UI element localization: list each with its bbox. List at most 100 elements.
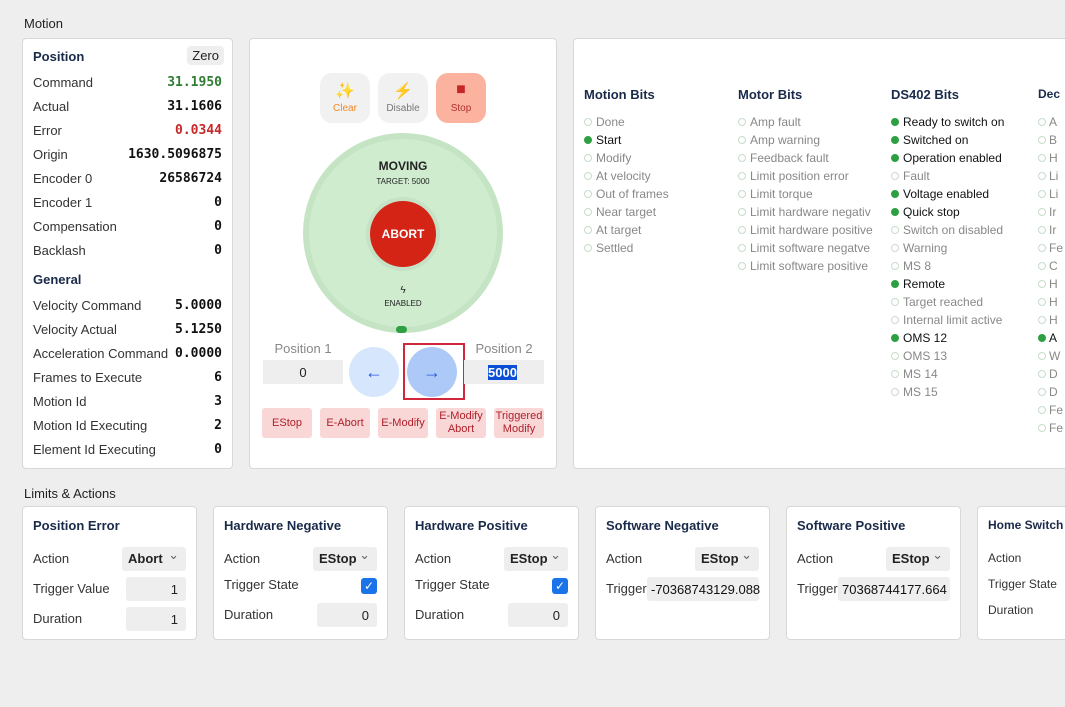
action-select[interactable]: EStop	[695, 547, 759, 571]
position2-input[interactable]: 5000	[464, 360, 544, 384]
position2-value: 5000	[488, 365, 517, 380]
status-bit: Fe	[1038, 419, 1063, 437]
position-row: Error 0.0344	[33, 123, 222, 138]
bit-label: Near target	[596, 205, 657, 219]
status-dot-icon	[1038, 406, 1046, 414]
status-dot-icon	[584, 190, 592, 198]
row-label: Frames to Execute	[33, 370, 143, 385]
bit-label: H	[1049, 151, 1058, 165]
status-dot-icon	[891, 280, 899, 288]
status-bit: Feedback fault	[738, 149, 888, 167]
disable-button[interactable]: ⚡ Disable	[378, 73, 428, 123]
field-input[interactable]: 0	[317, 603, 377, 627]
action-button-e-modify[interactable]: E-Modify	[378, 408, 428, 438]
lightning-icon: ⚡	[393, 83, 413, 100]
status-dot-icon	[1038, 424, 1046, 432]
position-row: Encoder 0 26586724	[33, 171, 222, 186]
abort-button[interactable]: ABORT	[370, 201, 436, 267]
status-dot-icon	[891, 316, 899, 324]
duration-label: Duration	[988, 603, 1034, 617]
status-bit: OMS 13	[891, 347, 1041, 365]
limit-card: Software PositiveActionEStopTrigger Valu…	[786, 506, 961, 640]
bit-label: Operation enabled	[903, 151, 1002, 165]
status-bit: Modify	[584, 149, 734, 167]
row-value: 5.1250	[175, 322, 222, 337]
bit-label: Limit torque	[750, 187, 813, 201]
status-bit: Ready to switch on	[891, 113, 1041, 131]
general-row: Motion Id Executing 2	[33, 418, 222, 433]
bit-label: H	[1049, 295, 1058, 309]
status-bit: Amp fault	[738, 113, 888, 131]
trigger-state-label: Trigger State	[988, 577, 1057, 591]
action-label: Action	[797, 551, 834, 566]
bit-label: D	[1049, 385, 1058, 399]
row-label: Element Id Executing	[33, 442, 156, 457]
status-dot-icon	[1038, 298, 1046, 306]
action-select[interactable]: EStop	[886, 547, 950, 571]
field-input[interactable]: -70368743129.088	[647, 577, 760, 601]
status-bit: Limit torque	[738, 185, 888, 203]
status-bit: Switch on disabled	[891, 221, 1041, 239]
field-input[interactable]: 1	[126, 607, 186, 631]
bit-label: Fe	[1049, 241, 1064, 255]
status-bit: C	[1038, 257, 1063, 275]
general-row: Velocity Actual 5.1250	[33, 322, 222, 337]
field-input[interactable]: 70368744177.664	[838, 577, 950, 601]
zero-button[interactable]: Zero	[187, 46, 224, 65]
status-dot-icon	[891, 172, 899, 180]
status-dot-icon	[738, 118, 746, 126]
clear-button[interactable]: ✨ Clear	[320, 73, 370, 123]
trigger-state-checkbox[interactable]: ✓	[552, 578, 568, 594]
action-select[interactable]: EStop	[313, 547, 377, 571]
trigger-state-checkbox[interactable]: ✓	[361, 578, 377, 594]
bits-heading: DS402 Bits	[891, 87, 959, 102]
position1-input[interactable]: 0	[263, 360, 343, 384]
bit-label: Warning	[903, 241, 948, 255]
action-select[interactable]: EStop	[504, 547, 568, 571]
row-value: 31.1950	[167, 75, 222, 90]
bit-label: Amp warning	[750, 133, 821, 147]
checkmark-icon: ✓	[554, 579, 566, 593]
field-label: Duration	[415, 607, 465, 622]
move-to-position1-button[interactable]: ←	[349, 347, 399, 397]
bit-label: MS 15	[903, 385, 938, 399]
status-dot-icon	[1038, 136, 1046, 144]
status-bit: H	[1038, 293, 1063, 311]
limit-card: Home Switch Action Trigger State Duration	[977, 506, 1065, 640]
bit-label: H	[1049, 313, 1058, 327]
row-value: 1630.5096875	[128, 147, 222, 162]
bit-label: At target	[596, 223, 642, 237]
clear-label: Clear	[333, 103, 357, 114]
status-dot-icon	[891, 262, 899, 270]
action-button-triggered-modify[interactable]: Triggered Modify	[494, 408, 544, 438]
bit-label: A	[1049, 331, 1058, 345]
magic-wand-icon: ✨	[335, 83, 355, 100]
status-dial: MOVING TARGET: 5000 ABORT ϟ ENABLED	[303, 133, 503, 333]
bit-label: Fe	[1049, 403, 1064, 417]
status-bit: Settled	[584, 239, 734, 257]
status-dot-icon	[891, 190, 899, 198]
status-dot-icon	[584, 244, 592, 252]
field-label: Duration	[33, 611, 83, 626]
status-bit: H	[1038, 149, 1063, 167]
bit-label: Amp fault	[750, 115, 801, 129]
status-dot-icon	[891, 298, 899, 306]
action-button-e-abort[interactable]: E-Abort	[320, 408, 370, 438]
field-input[interactable]: 1	[126, 577, 186, 601]
bit-label: Settled	[596, 241, 634, 255]
stop-button[interactable]: ■ Stop	[436, 73, 486, 123]
position-row: Backlash 0	[33, 243, 222, 258]
action-select[interactable]: Abort	[122, 547, 186, 571]
status-bit: Li	[1038, 167, 1063, 185]
status-dot-icon	[738, 208, 746, 216]
target-label: TARGET: 5000	[376, 177, 430, 186]
bit-label: Switch on disabled	[903, 223, 1004, 237]
action-button-estop[interactable]: EStop	[262, 408, 312, 438]
status-bit: MS 14	[891, 365, 1041, 383]
action-button-e-modify-abort[interactable]: E-Modify Abort	[436, 408, 486, 438]
field-input[interactable]: 0	[508, 603, 568, 627]
status-dot-icon	[891, 352, 899, 360]
status-dot-icon	[584, 208, 592, 216]
row-value: 3	[214, 394, 222, 409]
status-bits-card: Motion Bits Done Start Modify At velocity Out…	[573, 38, 1065, 469]
